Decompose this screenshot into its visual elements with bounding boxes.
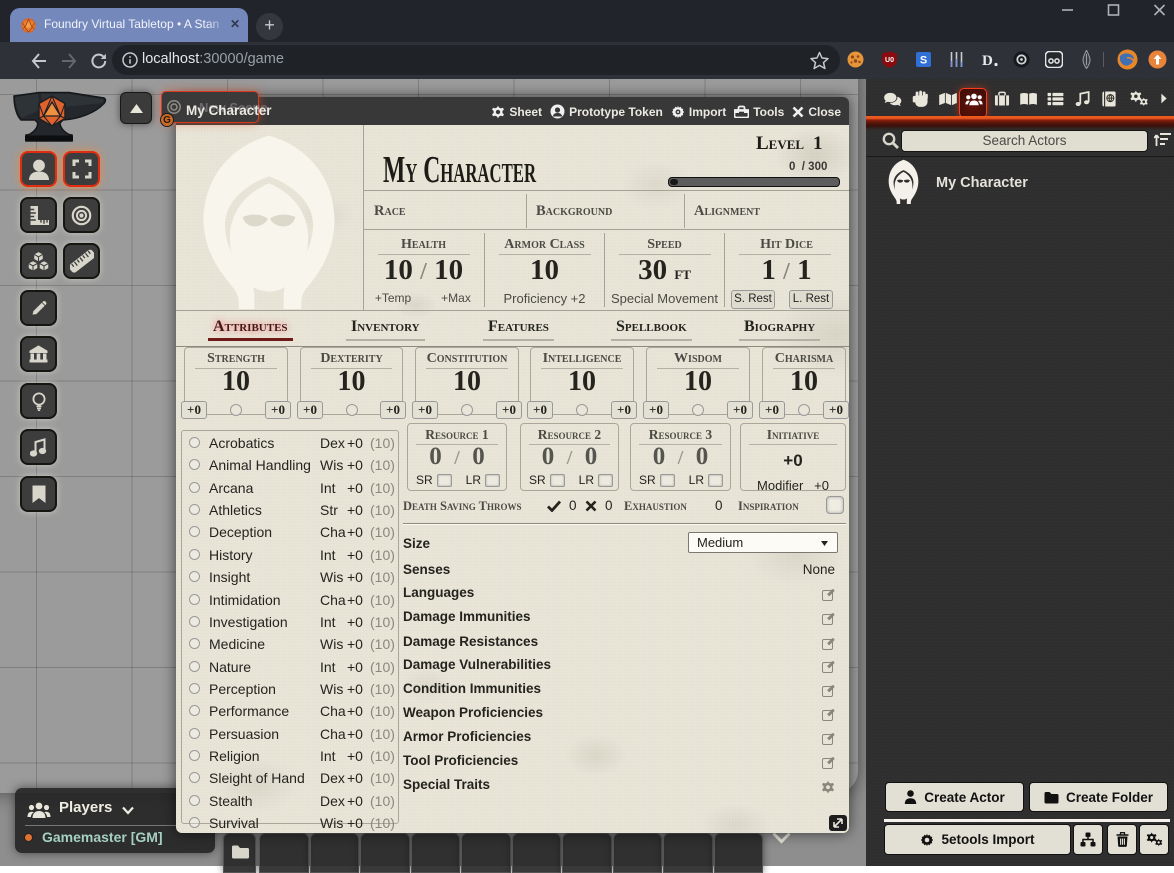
svg-text:U0: U0 (885, 57, 894, 64)
svg-text:S: S (920, 55, 927, 67)
svg-text:D: D (982, 53, 993, 68)
